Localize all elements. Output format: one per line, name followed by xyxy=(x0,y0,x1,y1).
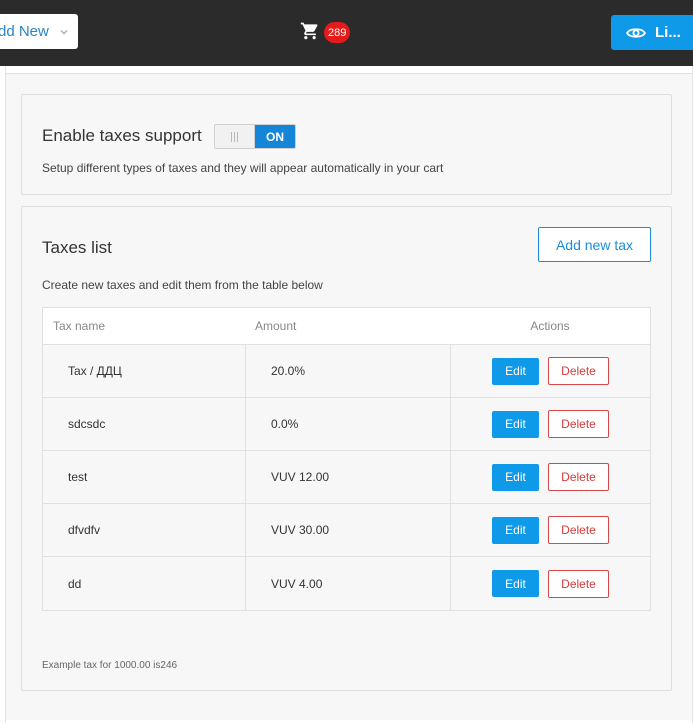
example-tax-text: Example tax for 1000.00 is246 xyxy=(42,660,178,671)
delete-button[interactable]: Delete xyxy=(548,410,609,438)
delete-button[interactable]: Delete xyxy=(548,463,609,491)
taxes-support-description: Setup different types of taxes and they … xyxy=(42,161,444,175)
tax-amount-cell: VUV 12.00 xyxy=(246,451,451,503)
column-header-amount: Amount xyxy=(255,319,297,333)
toggle-state-label: ON xyxy=(255,125,295,148)
taxes-list-title: Taxes list xyxy=(42,238,112,257)
cart-icon[interactable] xyxy=(300,21,320,41)
actions-cell: Edit Delete xyxy=(451,557,650,610)
tax-name-cell: test xyxy=(43,451,246,503)
taxes-support-panel: Enable taxes support ON Setup different … xyxy=(21,94,672,195)
column-header-actions: Actions xyxy=(530,319,570,333)
edit-button[interactable]: Edit xyxy=(492,516,539,544)
column-header-tax-name: Tax name xyxy=(53,319,106,333)
edit-button[interactable]: Edit xyxy=(492,463,539,491)
live-view-button[interactable]: Li... xyxy=(611,15,693,50)
taxes-support-toggle[interactable]: ON xyxy=(214,124,296,149)
add-new-button[interactable]: dd New xyxy=(0,14,78,49)
table-row: sdcsdc 0.0% Edit Delete xyxy=(43,398,650,451)
toggle-knob[interactable] xyxy=(215,125,255,148)
delete-button[interactable]: Delete xyxy=(548,516,609,544)
delete-button[interactable]: Delete xyxy=(548,569,609,598)
live-view-label: Li... xyxy=(655,24,681,41)
table-row: dd VUV 4.00 Edit Delete xyxy=(43,557,650,610)
add-new-label: dd New xyxy=(0,23,49,40)
tax-name-cell: sdcsdc xyxy=(43,398,246,450)
tax-amount-cell: 0.0% xyxy=(246,398,451,450)
add-new-tax-button[interactable]: Add new tax xyxy=(538,227,651,262)
table-row: dfvdfv VUV 30.00 Edit Delete xyxy=(43,504,650,557)
tax-amount-cell: VUV 4.00 xyxy=(246,557,451,610)
table-row: Tax / ДДЦ 20.0% Edit Delete xyxy=(43,345,650,398)
edit-button[interactable]: Edit xyxy=(492,570,539,597)
taxes-table: Tax name Amount Actions Tax / ДДЦ 20.0% … xyxy=(42,307,651,611)
tax-name-cell: dfvdfv xyxy=(43,504,246,556)
table-header: Tax name Amount Actions xyxy=(43,308,650,345)
tax-name-cell: Tax / ДДЦ xyxy=(43,345,246,397)
tax-amount-cell: 20.0% xyxy=(246,345,451,397)
actions-cell: Edit Delete xyxy=(451,345,650,397)
table-row: test VUV 12.00 Edit Delete xyxy=(43,451,650,504)
chevron-down-icon xyxy=(60,29,68,34)
eye-icon xyxy=(626,27,646,38)
edit-button[interactable]: Edit xyxy=(492,357,539,385)
tax-amount-cell: VUV 30.00 xyxy=(246,504,451,556)
taxes-list-description: Create new taxes and edit them from the … xyxy=(42,278,323,292)
cart-count-badge: 289 xyxy=(324,22,351,43)
top-bar: dd New 289 Li... xyxy=(0,0,693,66)
delete-button[interactable]: Delete xyxy=(548,357,609,385)
taxes-support-title: Enable taxes support xyxy=(42,126,202,145)
tax-name-cell: dd xyxy=(43,557,246,610)
taxes-list-panel: Taxes list Add new tax Create new taxes … xyxy=(21,206,672,691)
actions-cell: Edit Delete xyxy=(451,451,650,503)
actions-cell: Edit Delete xyxy=(451,504,650,556)
actions-cell: Edit Delete xyxy=(451,398,650,450)
edit-button[interactable]: Edit xyxy=(492,410,539,438)
